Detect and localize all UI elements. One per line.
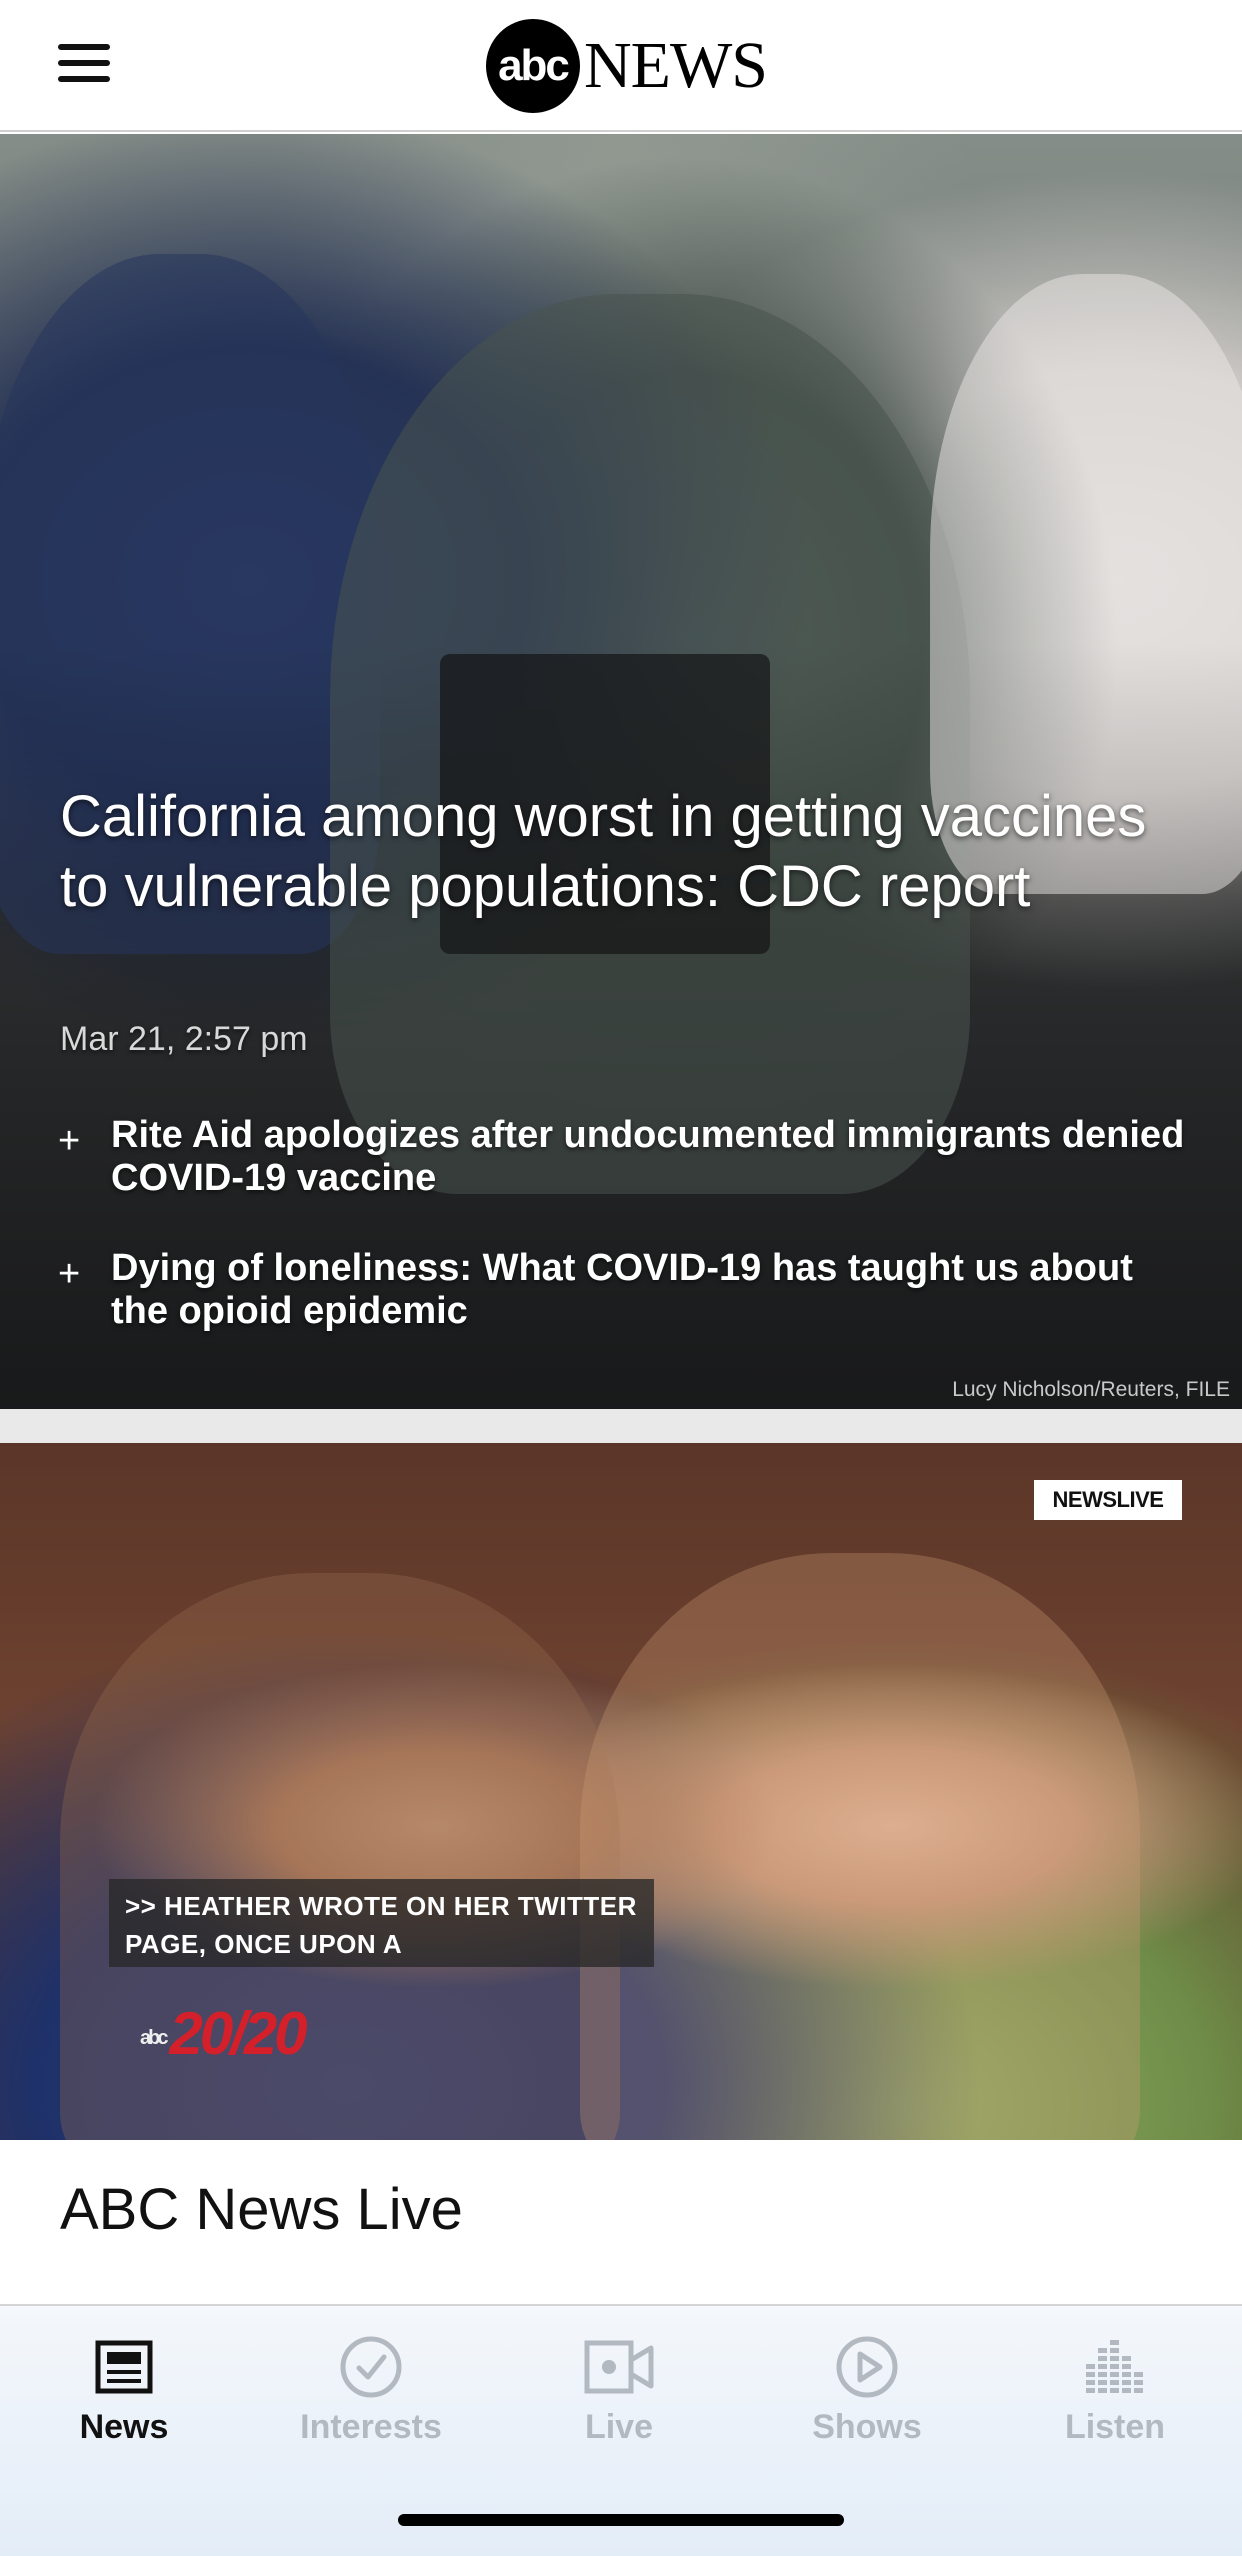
abc-news-live-badge: NEWSLIVE: [1034, 1480, 1182, 1520]
plus-icon: +: [58, 1120, 81, 1162]
plus-icon: +: [58, 1253, 81, 1295]
hero-story[interactable]: California among worst in getting vaccin…: [0, 134, 1242, 1409]
equalizer-icon: [1015, 2332, 1215, 2402]
menu-line-icon: [58, 44, 110, 50]
newspaper-icon: [24, 2332, 224, 2402]
tab-interests-label: Interests: [300, 2408, 442, 2446]
tab-shows-label: Shows: [812, 2408, 922, 2446]
watermark-abc: abc: [140, 2026, 169, 2049]
tab-shows[interactable]: Shows: [767, 2332, 967, 2447]
hero-headline[interactable]: California among worst in getting vaccin…: [60, 782, 1210, 922]
caption-line: >> HEATHER WROTE ON HER TWITTER: [125, 1891, 637, 1921]
hero-timestamp: Mar 21, 2:57 pm: [60, 1020, 308, 1058]
related-story-link[interactable]: Rite Aid apologizes after undocumented i…: [111, 1114, 1191, 1200]
news-wordmark: NEWS: [584, 29, 768, 102]
caption-line: PAGE, ONCE UPON A: [125, 1929, 403, 1959]
closed-captions: >> HEATHER WROTE ON HER TWITTER PAGE, ON…: [109, 1879, 654, 1967]
abc-news-logo[interactable]: abc NEWS: [486, 18, 768, 114]
tab-listen-label: Listen: [1064, 2408, 1166, 2446]
tab-news[interactable]: News: [24, 2332, 224, 2447]
checkmark-circle-icon: [271, 2332, 471, 2402]
tab-listen[interactable]: Listen: [1015, 2332, 1215, 2447]
play-circle-icon: [767, 2332, 967, 2402]
video-camera-icon: [519, 2332, 719, 2402]
watermark-2020: 20/20: [169, 2000, 307, 2067]
menu-line-icon: [58, 60, 110, 66]
related-story-link[interactable]: Dying of loneliness: What COVID-19 has t…: [111, 1247, 1191, 1333]
tab-live-label: Live: [584, 2408, 654, 2446]
abc-logo-circle: abc: [486, 19, 580, 113]
tab-news-label: News: [79, 2408, 169, 2446]
tab-live[interactable]: Live: [519, 2332, 719, 2447]
menu-line-icon: [58, 76, 110, 82]
app-header: abc NEWS: [0, 0, 1242, 132]
section-divider: [0, 1409, 1242, 1443]
section-title[interactable]: ABC News Live: [60, 2176, 463, 2243]
news-live-label: NEWSLIVE: [1052, 1487, 1164, 1512]
video-person-right: [580, 1553, 1140, 2140]
2020-show-watermark: abc20/20: [140, 1999, 308, 2068]
photo-credit: Lucy Nicholson/Reuters, FILE: [952, 1378, 1230, 1401]
tab-interests[interactable]: Interests: [271, 2332, 471, 2447]
home-indicator[interactable]: [398, 2514, 844, 2526]
live-video-player[interactable]: NEWSLIVE >> HEATHER WROTE ON HER TWITTER…: [0, 1443, 1242, 2140]
hamburger-menu-button[interactable]: [58, 44, 110, 84]
